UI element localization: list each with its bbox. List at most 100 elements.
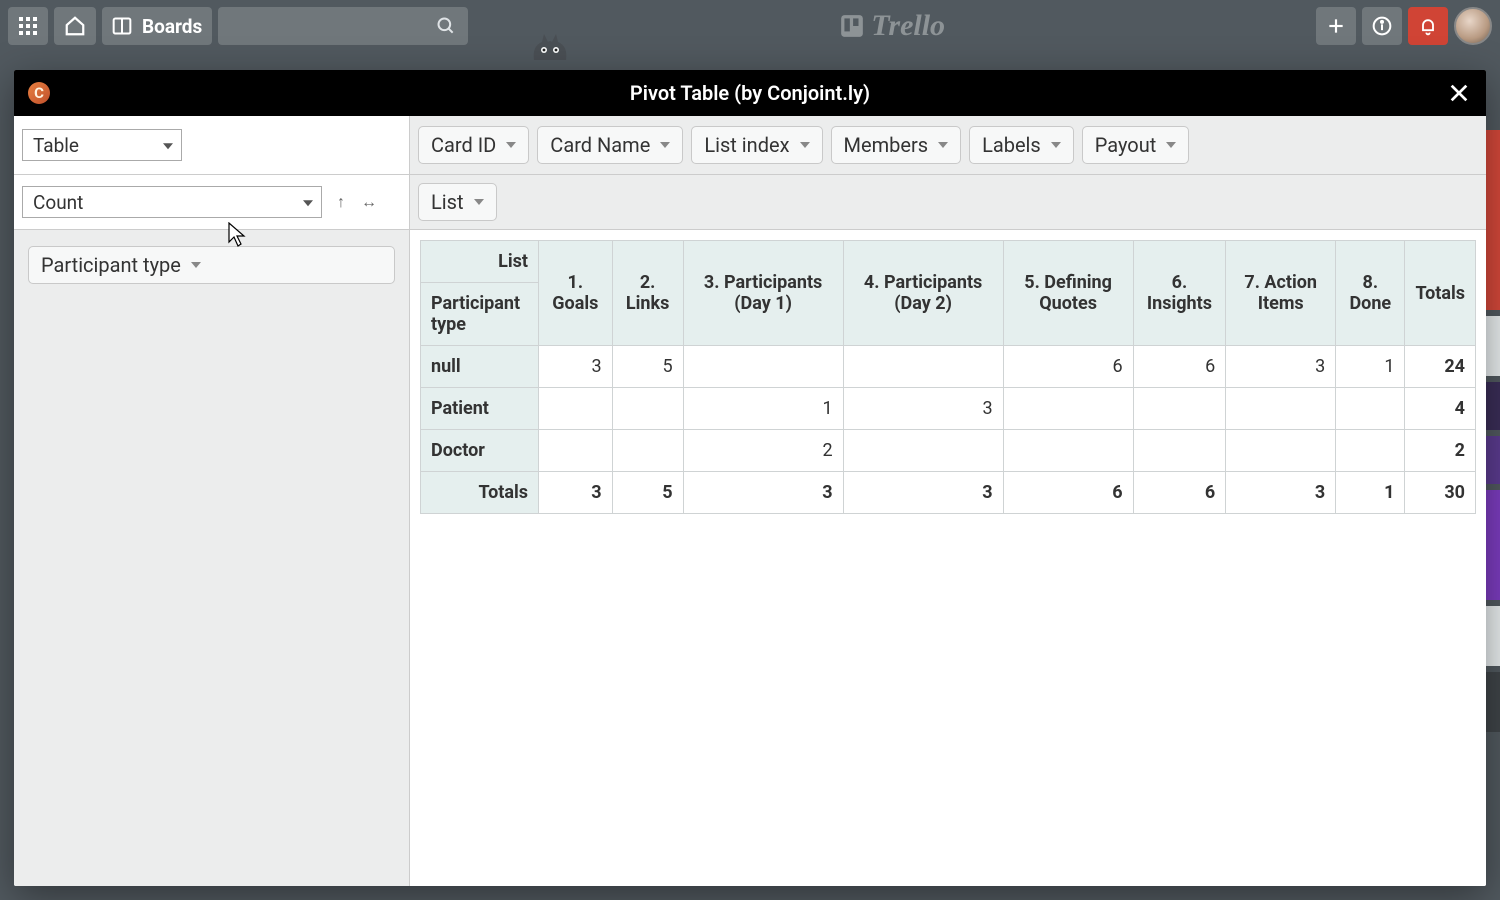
col-header: 1. Goals (539, 241, 613, 346)
home-button[interactable] (54, 7, 96, 45)
cell: 2 (683, 430, 843, 472)
cell (843, 346, 1003, 388)
col-total: 1 (1336, 472, 1405, 514)
chevron-down-icon (938, 142, 948, 148)
col-total: 6 (1133, 472, 1226, 514)
boards-label: Boards (142, 15, 202, 38)
totals-row-label: Totals (421, 472, 539, 514)
col-header: 7. Action Items (1226, 241, 1336, 346)
boards-button[interactable]: Boards (102, 7, 212, 45)
col-dim-header: List (421, 241, 539, 283)
chevron-down-icon (474, 199, 484, 205)
cell (612, 388, 683, 430)
row-total: 24 (1405, 346, 1476, 388)
col-total: 3 (539, 472, 613, 514)
sort-cols-button[interactable]: ↔ (360, 192, 378, 212)
pivot-table: List 1. Goals 2. Links 3. Participants (… (420, 240, 1476, 514)
column-attributes-dropzone[interactable]: List (410, 175, 1486, 230)
sort-rows-button[interactable]: ↑ (332, 192, 350, 212)
pivot-table-modal: C Pivot Table (by Conjoint.ly) Table Cou… (14, 70, 1486, 886)
col-attr-list[interactable]: List (418, 183, 497, 221)
col-attr-label: List (431, 190, 464, 214)
aggregator-value: Count (33, 191, 83, 214)
col-header: 6. Insights (1133, 241, 1226, 346)
col-header: 2. Links (612, 241, 683, 346)
plus-icon (1326, 16, 1346, 36)
apps-menu-button[interactable] (8, 7, 48, 45)
cell: 3 (539, 346, 613, 388)
cell (539, 430, 613, 472)
cell (539, 388, 613, 430)
col-header: 8. Done (1336, 241, 1405, 346)
cell: 6 (1133, 346, 1226, 388)
close-button[interactable] (1444, 78, 1474, 108)
col-total: 3 (843, 472, 1003, 514)
row-label: null (421, 346, 539, 388)
attr-members[interactable]: Members (831, 126, 962, 164)
attr-label: Members (844, 133, 929, 157)
trello-logo-icon (839, 13, 865, 39)
cell (1133, 388, 1226, 430)
aggregator-select[interactable]: Count (22, 186, 322, 218)
row-attr-participant-type[interactable]: Participant type (28, 246, 395, 284)
col-total: 3 (683, 472, 843, 514)
info-button[interactable] (1362, 7, 1402, 45)
modal-title: Pivot Table (by Conjoint.ly) (630, 81, 870, 105)
cell: 1 (683, 388, 843, 430)
user-avatar[interactable] (1454, 7, 1492, 45)
attr-label: Card ID (431, 133, 496, 157)
create-button[interactable] (1316, 7, 1356, 45)
table-row: Patient 1 3 4 (421, 388, 1476, 430)
brand-center: Trello (474, 9, 1310, 43)
col-total: 3 (1226, 472, 1336, 514)
row-label: Patient (421, 388, 539, 430)
brand-text: Trello (871, 9, 945, 43)
bell-icon (1418, 16, 1438, 36)
attr-labels[interactable]: Labels (969, 126, 1074, 164)
totals-col-header: Totals (1405, 241, 1476, 346)
cell: 5 (612, 346, 683, 388)
table-row: null 3 5 6 6 3 1 24 (421, 346, 1476, 388)
cell: 1 (1336, 346, 1405, 388)
cell (1226, 388, 1336, 430)
attr-card-id[interactable]: Card ID (418, 126, 529, 164)
cell (1336, 430, 1405, 472)
cell (1133, 430, 1226, 472)
attr-payout[interactable]: Payout (1082, 126, 1190, 164)
row-attributes-dropzone[interactable]: Participant type (14, 230, 409, 886)
grand-total: 30 (1405, 472, 1476, 514)
col-header: 4. Participants (Day 2) (843, 241, 1003, 346)
attr-list-index[interactable]: List index (691, 126, 822, 164)
chevron-down-icon (1051, 142, 1061, 148)
modal-header: C Pivot Table (by Conjoint.ly) (14, 70, 1486, 116)
cell (683, 346, 843, 388)
home-icon (64, 15, 86, 37)
cell: 3 (843, 388, 1003, 430)
row-total: 4 (1405, 388, 1476, 430)
cell: 3 (1226, 346, 1336, 388)
chevron-down-icon (506, 142, 516, 148)
attr-card-name[interactable]: Card Name (537, 126, 683, 164)
trello-top-bar: Boards Trello (0, 0, 1500, 52)
row-attr-label: Participant type (41, 253, 181, 277)
info-icon (1372, 16, 1392, 36)
attr-label: Payout (1095, 133, 1157, 157)
notifications-button[interactable] (1408, 7, 1448, 45)
close-icon (1448, 82, 1470, 104)
grid-icon (18, 16, 38, 36)
col-header: 3. Participants (Day 1) (683, 241, 843, 346)
row-dim-header: Participant type (421, 283, 539, 346)
cell (1336, 388, 1405, 430)
cell (1003, 388, 1133, 430)
search-box[interactable] (218, 7, 468, 45)
cell (843, 430, 1003, 472)
attr-label: List index (704, 133, 789, 157)
renderer-select[interactable]: Table (22, 129, 182, 161)
unused-attributes-row[interactable]: Card ID Card Name List index Members Lab… (410, 116, 1486, 175)
search-icon (436, 16, 456, 36)
cell (1003, 430, 1133, 472)
row-label: Doctor (421, 430, 539, 472)
chevron-down-icon (191, 262, 201, 268)
col-total: 5 (612, 472, 683, 514)
chevron-down-icon (1166, 142, 1176, 148)
